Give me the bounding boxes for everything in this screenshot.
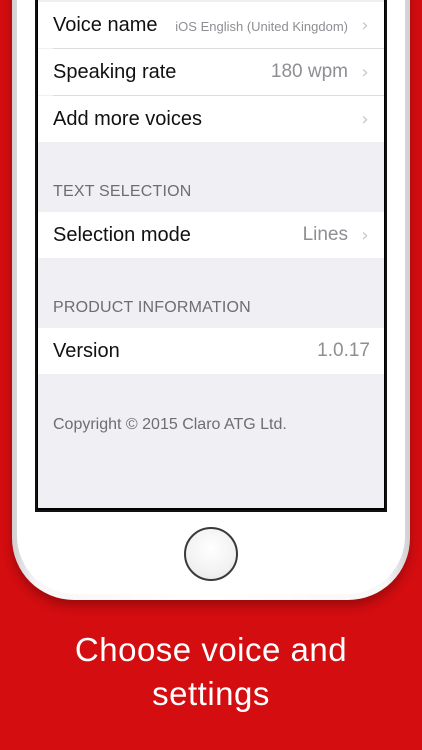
add-voices-row[interactable]: Add more voices › <box>38 96 384 142</box>
voice-name-value: iOS English (United Kingdom) <box>175 18 348 34</box>
product-info-header: PRODUCT INFORMATION <box>53 299 251 316</box>
caption-line-2: settings <box>152 675 270 712</box>
chevron-right-icon: › <box>361 224 369 246</box>
text-selection-header: TEXT SELECTION <box>53 183 192 200</box>
promo-caption: Choose voice and settings <box>0 628 422 716</box>
copyright-text: Copyright © 2015 Claro ATG Ltd. <box>53 416 287 433</box>
selection-mode-row[interactable]: Selection mode Lines › <box>38 212 384 258</box>
home-button[interactable] <box>184 527 238 581</box>
chevron-right-icon: › <box>361 61 369 83</box>
selection-mode-value: Lines <box>302 224 348 245</box>
add-voices-label: Add more voices <box>53 107 202 130</box>
phone-screen: Voice name iOS English (United Kingdom) … <box>35 0 387 512</box>
version-label: Version <box>53 339 120 362</box>
selection-mode-label: Selection mode <box>53 223 191 246</box>
version-row: Version 1.0.17 <box>38 328 384 374</box>
version-value: 1.0.17 <box>317 340 370 361</box>
settings-list: Voice name iOS English (United Kingdom) … <box>38 0 384 508</box>
speaking-rate-label: Speaking rate <box>53 60 177 83</box>
caption-line-1: Choose voice and <box>74 631 348 668</box>
chevron-right-icon: › <box>361 108 369 130</box>
chevron-right-icon: › <box>361 14 369 36</box>
speaking-rate-value: 180 wpm <box>270 61 348 82</box>
voice-name-row[interactable]: Voice name iOS English (United Kingdom) … <box>38 2 384 48</box>
speaking-rate-row[interactable]: Speaking rate 180 wpm › <box>38 49 384 95</box>
voice-name-label: Voice name <box>53 13 158 36</box>
